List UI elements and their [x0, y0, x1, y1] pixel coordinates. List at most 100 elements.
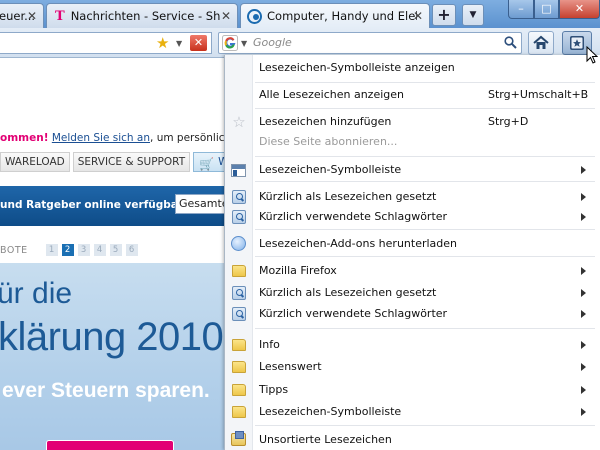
minimize-button[interactable]: – — [508, 0, 534, 19]
submenu-arrow-icon — [581, 408, 586, 416]
tab-2[interactable]: T Nachrichten - Service - Sho... ✕ — [46, 3, 238, 28]
url-bar[interactable]: ★ ▼ ✕ — [0, 32, 212, 54]
addon-icon — [231, 236, 246, 251]
login-suffix: , um persönliche Em — [150, 132, 224, 144]
menu-separator — [255, 328, 595, 329]
submenu-arrow-icon — [581, 193, 586, 201]
tab-3[interactable]: Computer, Handy und Elekt... ✕ — [240, 3, 430, 28]
menu-item-show-bookmarks-toolbar[interactable]: Lesezeichen-Symbolleiste anzeigen — [225, 57, 600, 79]
page-button[interactable]: 5 — [109, 244, 122, 256]
star-outline-icon: ☆ — [232, 113, 246, 131]
submenu-arrow-icon — [581, 386, 586, 394]
folder-icon — [232, 339, 246, 351]
bookmark-star-icon[interactable]: ★ — [156, 35, 169, 51]
banner-text: und Ratgeber online verfügbar. — [0, 199, 186, 211]
menu-item-bookmarks-toolbar[interactable]: Lesezeichen-Symbolleiste — [225, 159, 600, 181]
maximize-button[interactable]: □ — [534, 0, 559, 19]
menu-item-add-bookmark[interactable]: ☆ Lesezeichen hinzufügen Strg+D — [225, 111, 600, 133]
search-placeholder: Google — [253, 36, 292, 49]
menu-separator — [255, 229, 595, 230]
nav-item-service-support[interactable]: SERVICE & SUPPORT — [72, 152, 191, 172]
menu-item-recently-bookmarked-2[interactable]: Kürzlich als Lesezeichen gesetzt — [225, 282, 600, 304]
smart-folder-icon — [232, 210, 246, 224]
pagination-label: BOTE — [0, 244, 28, 256]
hero-line-2: klärung 2010 — [0, 315, 224, 359]
smart-folder-icon — [232, 307, 246, 321]
menu-item-label: Lesezeichen-Add-ons herunterladen — [259, 237, 458, 250]
search-scope-select[interactable]: Gesamte — [175, 194, 224, 214]
tab-strip: euer... ✕ T Nachrichten - Service - Sho.… — [0, 0, 600, 28]
close-window-button[interactable]: ✕ — [559, 0, 600, 19]
menu-item-mozilla-firefox[interactable]: Mozilla Firefox — [225, 260, 600, 282]
home-button[interactable] — [528, 31, 554, 55]
page-button[interactable]: 1 — [45, 244, 58, 256]
menu-item-recent-tags[interactable]: Kürzlich verwendete Schlagwörter — [225, 206, 600, 228]
menu-item-show-all-bookmarks[interactable]: Alle Lesezeichen anzeigen Strg+Umschalt+… — [225, 84, 600, 106]
menu-item-label: Kürzlich verwendete Schlagwörter — [259, 210, 448, 223]
page-button[interactable]: 6 — [125, 244, 138, 256]
search-bar[interactable]: ▼ Google — [218, 32, 522, 54]
menu-item-bookmarks-toolbar-folder[interactable]: Lesezeichen-Symbolleiste — [225, 401, 600, 423]
submenu-arrow-icon — [581, 213, 586, 221]
menu-separator — [255, 256, 595, 257]
google-icon[interactable] — [222, 35, 238, 51]
web-page: ommen! Melden Sie sich an, um persönlich… — [0, 59, 224, 450]
menu-item-lesenswert[interactable]: Lesenswert — [225, 356, 600, 378]
menu-separator — [255, 181, 595, 182]
login-prompt: ommen! Melden Sie sich an, um persönlich… — [0, 132, 224, 144]
tab-1-close-icon[interactable]: ✕ — [25, 9, 39, 23]
page-button-active[interactable]: 2 — [61, 244, 74, 256]
menu-item-shortcut: Strg+D — [488, 115, 529, 128]
list-all-tabs-button[interactable]: ▼ — [462, 4, 484, 26]
smart-folder-icon — [232, 286, 246, 300]
bookmarks-menu: Lesezeichen-Symbolleiste anzeigen Alle L… — [224, 55, 600, 450]
toolbar-icon — [231, 164, 246, 177]
folder-icon — [232, 406, 246, 418]
menu-item-label: Kürzlich als Lesezeichen gesetzt — [259, 190, 437, 203]
menu-item-label: Mozilla Firefox — [259, 264, 337, 277]
info-banner: und Ratgeber online verfügbar. Gesamte — [0, 186, 224, 226]
menu-item-label: Lesenswert — [259, 360, 322, 373]
tab-2-close-icon[interactable]: ✕ — [219, 9, 233, 23]
menu-item-label: Kürzlich als Lesezeichen gesetzt — [259, 286, 437, 299]
folder-icon — [232, 361, 246, 373]
menu-item-recent-tags-2[interactable]: Kürzlich verwendete Schlagwörter — [225, 303, 600, 325]
menu-item-label: Info — [259, 338, 280, 351]
tab-1[interactable]: euer... ✕ — [0, 3, 44, 28]
window-controls: – □ ✕ — [508, 0, 600, 20]
computerbild-logo-icon — [247, 8, 262, 24]
menu-item-label: Lesezeichen-Symbolleiste — [259, 405, 402, 418]
search-engine-dropdown-icon[interactable]: ▼ — [241, 39, 247, 48]
site-navigation: WARELOAD SERVICE & SUPPORT 🛒WA — [0, 151, 224, 173]
menu-item-recently-bookmarked[interactable]: Kürzlich als Lesezeichen gesetzt — [225, 186, 600, 208]
menu-item-label: Unsortierte Lesezeichen — [259, 433, 392, 446]
search-icon[interactable] — [504, 36, 517, 49]
nav-item-wareload[interactable]: WARELOAD — [0, 152, 70, 172]
submenu-arrow-icon — [581, 289, 586, 297]
menu-item-tipps[interactable]: Tipps — [225, 379, 600, 401]
hero-banner[interactable]: ür die klärung 2010 ever Steuern sparen. — [0, 263, 224, 450]
menu-item-unsorted-bookmarks[interactable]: Unsortierte Lesezeichen — [225, 429, 600, 450]
menu-separator — [255, 82, 595, 83]
page-button[interactable]: 4 — [93, 244, 106, 256]
login-link[interactable]: Melden Sie sich an — [52, 132, 150, 144]
submenu-arrow-icon — [581, 363, 586, 371]
hero-cta-button[interactable] — [46, 440, 174, 450]
submenu-arrow-icon — [581, 267, 586, 275]
tab-3-close-icon[interactable]: ✕ — [411, 9, 425, 23]
menu-item-info[interactable]: Info — [225, 334, 600, 356]
url-history-dropdown-icon[interactable]: ▼ — [176, 39, 182, 48]
submenu-arrow-icon — [581, 310, 586, 318]
new-tab-button[interactable]: + — [432, 4, 456, 26]
menu-item-label: Tipps — [259, 383, 289, 396]
stop-button[interactable]: ✕ — [190, 35, 207, 51]
folder-icon — [232, 265, 246, 277]
menu-item-download-addons[interactable]: Lesezeichen-Add-ons herunterladen — [225, 233, 600, 255]
welcome-text: ommen! — [0, 132, 49, 144]
submenu-arrow-icon — [581, 166, 586, 174]
page-button[interactable]: 3 — [77, 244, 90, 256]
unsorted-bookmarks-icon — [231, 431, 246, 446]
hero-line-1: ür die — [0, 277, 73, 310]
nav-item-cart[interactable]: 🛒WA — [193, 152, 224, 172]
hero-line-3: ever Steuern sparen. — [2, 379, 210, 402]
